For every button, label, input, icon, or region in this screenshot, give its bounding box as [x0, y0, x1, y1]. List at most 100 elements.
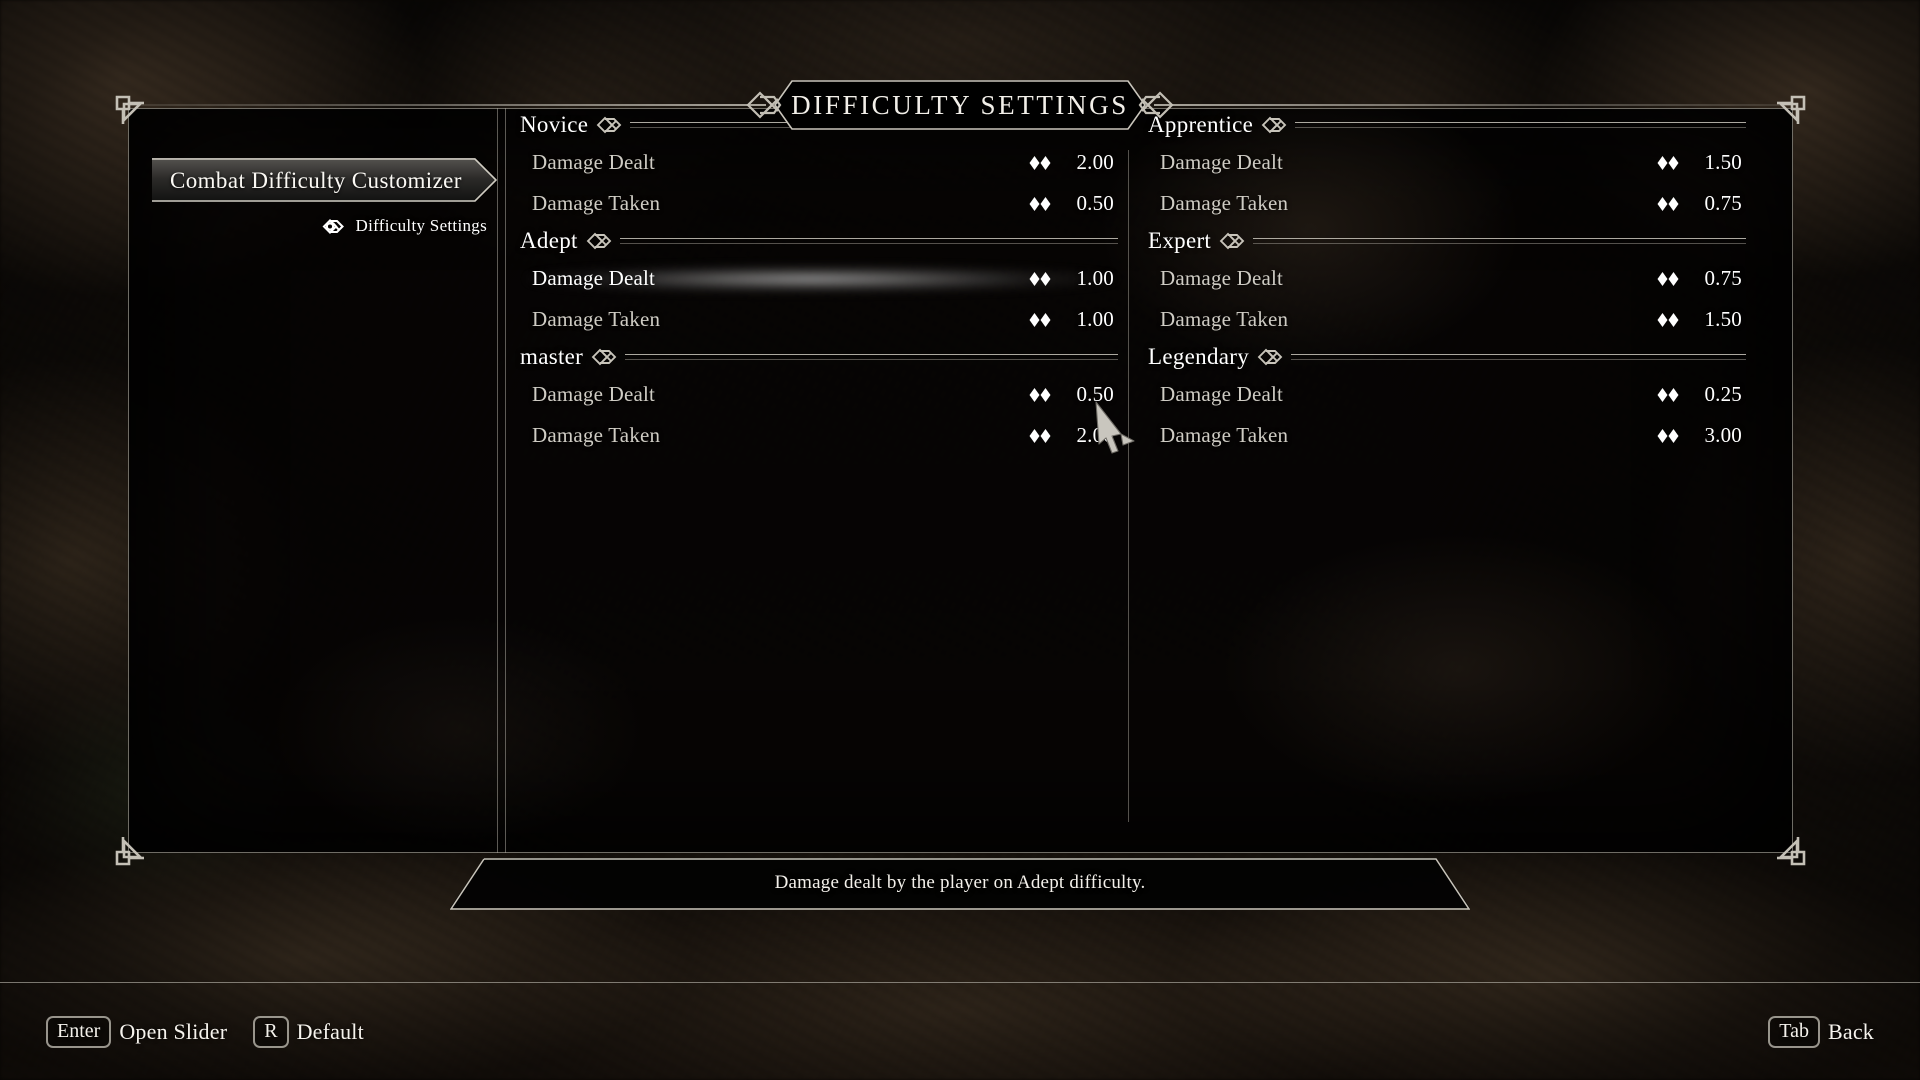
tooltip-bar: Damage dealt by the player on Adept diff…	[450, 858, 1470, 908]
title-banner: DIFFICULTY SETTINGS	[774, 80, 1146, 130]
title-rule-right	[1154, 104, 1791, 106]
dual-diamond-icon	[1657, 387, 1679, 403]
setting-row-value-group: 0.75	[1657, 266, 1744, 291]
column-divider	[1128, 150, 1129, 822]
group-knot-arrow-icon	[1219, 230, 1245, 252]
settings-group-header: Legendary	[1148, 340, 1748, 374]
setting-row-value-group: 2.00	[1029, 150, 1116, 175]
setting-row[interactable]: Damage Dealt 2.00	[520, 142, 1120, 183]
setting-row-value: 0.50	[1076, 191, 1114, 215]
settings-group-label: Legendary	[1148, 344, 1250, 369]
settings-group: master Damage Dealt 0.50 Damage Taken 2.00	[520, 340, 1120, 456]
setting-row-label: Damage Dealt	[532, 382, 656, 406]
settings-group-header: master	[520, 340, 1120, 374]
key-cap: Tab	[1768, 1015, 1820, 1048]
keybind[interactable]: Enter Open Slider	[46, 1015, 228, 1048]
dual-diamond-icon	[1029, 155, 1051, 171]
title-knot-left-icon	[744, 80, 788, 130]
mod-title-label: Combat Difficulty Customizer	[170, 167, 462, 193]
settings-column-left: Novice Damage Dealt 2.00 Damage Taken 0.50 Ad…	[520, 108, 1120, 456]
settings-group: Expert Damage Dealt 0.75 Damage Taken 1.50	[1148, 224, 1748, 340]
group-separator-rule	[1253, 238, 1746, 244]
setting-row-label: Damage Dealt	[532, 150, 656, 174]
settings-group-label: Novice	[520, 112, 589, 137]
setting-row[interactable]: Damage Dealt 1.50	[1148, 142, 1748, 183]
group-knot-arrow-icon	[591, 346, 617, 368]
setting-row[interactable]: Damage Taken 2.00	[520, 415, 1120, 456]
sidebar-divider	[497, 108, 506, 853]
title-knot-right-icon	[1132, 80, 1176, 130]
keybinds-left: Enter Open Slider R Default	[46, 1015, 364, 1048]
group-knot-arrow-icon	[1257, 346, 1283, 368]
page-title: DIFFICULTY SETTINGS	[791, 89, 1129, 120]
group-knot-arrow-icon	[596, 114, 622, 136]
setting-row[interactable]: Damage Dealt 0.25	[1148, 374, 1748, 415]
dual-diamond-icon	[1657, 428, 1679, 444]
title-rule-left	[129, 104, 766, 106]
setting-row[interactable]: Damage Taken 1.50	[1148, 299, 1748, 340]
setting-row-value: 1.50	[1704, 150, 1742, 174]
settings-group-header: Expert	[1148, 224, 1748, 258]
setting-row[interactable]: Damage Dealt 0.75	[1148, 258, 1748, 299]
key-action-label: Default	[296, 1018, 364, 1044]
mod-title-tab[interactable]: Combat Difficulty Customizer	[152, 158, 497, 202]
setting-row-value: 0.25	[1704, 382, 1742, 406]
group-separator-rule	[1291, 354, 1746, 360]
setting-row-value: 1.00	[1076, 266, 1114, 290]
dual-diamond-icon	[1029, 312, 1051, 328]
setting-row-value-group: 3.00	[1657, 423, 1744, 448]
settings-group: Adept Damage Dealt 1.00 Damage Taken 1.00	[520, 224, 1120, 340]
settings-group: Apprentice Damage Dealt 1.50 Damage Taken 0.…	[1148, 108, 1748, 224]
setting-row-label: Damage Taken	[532, 307, 661, 331]
setting-row-label: Damage Dealt	[1160, 150, 1284, 174]
settings-group-label: master	[520, 344, 584, 369]
setting-row[interactable]: Damage Dealt 1.00	[520, 258, 1120, 299]
keybinds-right: Tab Back	[1768, 1015, 1874, 1048]
setting-row-label: Damage Taken	[1160, 191, 1289, 215]
keybind[interactable]: R Default	[253, 1015, 364, 1048]
corner-ornament-bottom-right	[1765, 825, 1811, 871]
group-knot-arrow-icon	[586, 230, 612, 252]
setting-row[interactable]: Damage Taken 3.00	[1148, 415, 1748, 456]
dual-diamond-icon	[1029, 196, 1051, 212]
setting-row-value: 1.50	[1704, 307, 1742, 331]
dual-diamond-icon	[1029, 271, 1051, 287]
corner-ornament-top-right	[1765, 90, 1811, 136]
settings-group-label: Adept	[520, 228, 578, 253]
dual-diamond-icon	[1029, 387, 1051, 403]
setting-row[interactable]: Damage Dealt 0.50	[520, 374, 1120, 415]
setting-row[interactable]: Damage Taken 0.75	[1148, 183, 1748, 224]
group-separator-rule	[619, 238, 1118, 244]
setting-row-value-group: 1.00	[1029, 266, 1116, 291]
setting-row[interactable]: Damage Taken 0.50	[520, 183, 1120, 224]
settings-group-header: Apprentice	[1148, 108, 1748, 142]
setting-row-label: Damage Dealt	[532, 266, 656, 290]
keybind-bar: Enter Open Slider R Default Tab Back	[0, 983, 1920, 1080]
sidebar: Combat Difficulty Customizer Difficulty …	[128, 108, 497, 853]
setting-row-value: 1.00	[1076, 307, 1114, 331]
setting-row-value-group: 0.25	[1657, 382, 1744, 407]
setting-row-label: Damage Taken	[532, 423, 661, 447]
dual-diamond-icon	[1657, 155, 1679, 171]
setting-row[interactable]: Damage Taken 1.00	[520, 299, 1120, 340]
key-cap: R	[253, 1015, 289, 1048]
key-cap: Enter	[46, 1015, 112, 1048]
group-separator-rule	[1295, 122, 1746, 128]
sidebar-item-label: Difficulty Settings	[355, 216, 487, 235]
setting-row-label: Damage Taken	[1160, 423, 1289, 447]
setting-row-value: 0.75	[1704, 266, 1742, 290]
knot-badge-icon	[321, 214, 346, 239]
setting-row-value-group: 1.50	[1657, 150, 1744, 175]
group-knot-arrow-icon	[1261, 114, 1287, 136]
sidebar-item-difficulty-settings[interactable]: Difficulty Settings	[152, 210, 497, 242]
setting-row-value: 0.75	[1704, 191, 1742, 215]
keybind[interactable]: Tab Back	[1768, 1015, 1874, 1048]
setting-row-value-group: 0.50	[1029, 191, 1116, 216]
setting-row-value: 2.00	[1076, 150, 1114, 174]
dual-diamond-icon	[1657, 196, 1679, 212]
settings-group: Legendary Damage Dealt 0.25 Damage Taken 3.0…	[1148, 340, 1748, 456]
setting-row-label: Damage Dealt	[1160, 382, 1284, 406]
setting-row-label: Damage Taken	[532, 191, 661, 215]
key-action-label: Open Slider	[119, 1018, 228, 1044]
settings-column-right: Apprentice Damage Dealt 1.50 Damage Taken 0.…	[1148, 108, 1748, 456]
